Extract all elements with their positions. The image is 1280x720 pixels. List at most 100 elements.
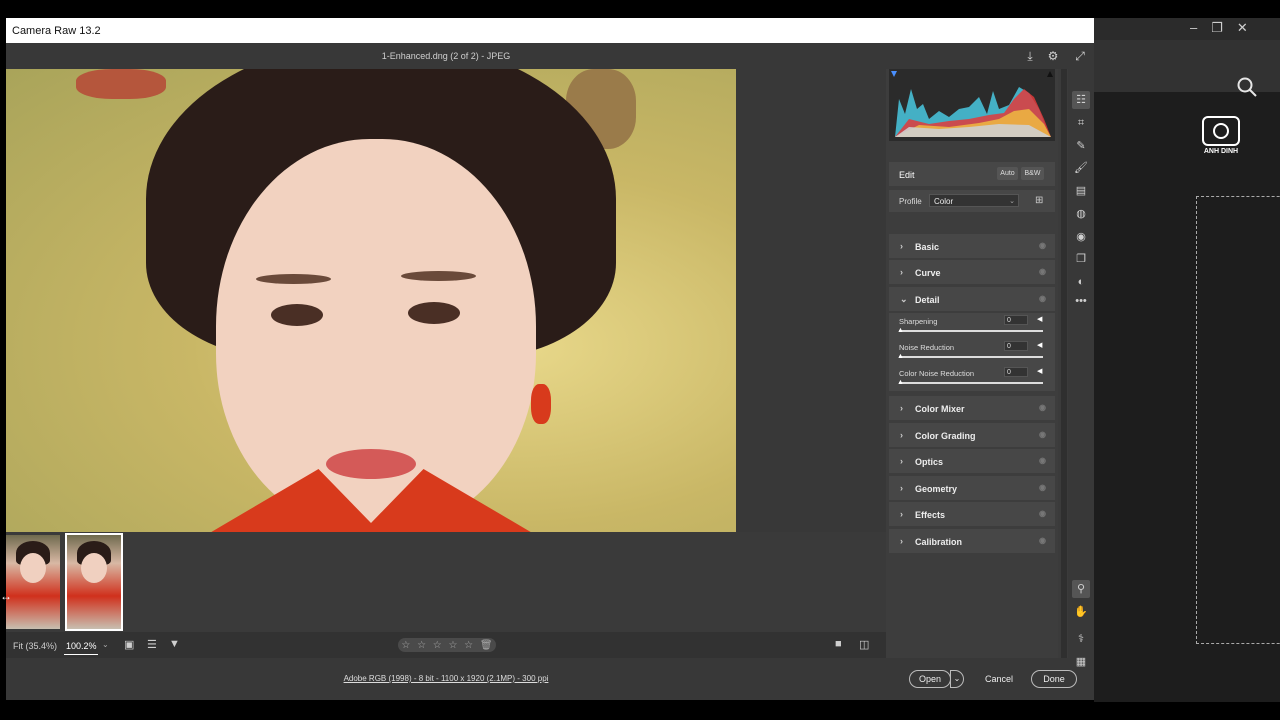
section-geometry[interactable]: › Geometry ◉ (889, 476, 1055, 500)
hand-icon[interactable]: ✋ (1072, 603, 1090, 621)
star-icon[interactable]: ☆ (448, 640, 457, 651)
star-rating[interactable]: ☆ ☆ ☆ ☆ ☆ 🗑 (398, 638, 496, 652)
eye-icon[interactable]: ◉ (1039, 403, 1046, 412)
slider-track[interactable] (899, 356, 1043, 358)
auto-button[interactable]: Auto (997, 167, 1018, 180)
open-button[interactable]: Open (909, 670, 951, 688)
star-icon[interactable]: ☆ (464, 640, 473, 651)
grid-icon[interactable]: ▦ (1072, 653, 1090, 671)
profile-select[interactable]: Color ⌄ (929, 194, 1019, 207)
section-curve[interactable]: › Curve ◉ (889, 260, 1055, 284)
minimize-icon[interactable]: – (1190, 20, 1197, 36)
chevron-right-icon: › (900, 509, 903, 519)
brush-icon[interactable]: 🖌 (1072, 159, 1090, 177)
section-label: Geometry (915, 484, 958, 494)
chevron-right-icon: › (900, 403, 903, 413)
more-icon[interactable]: ••• (1072, 292, 1090, 310)
gear-icon[interactable]: ⚙ (1046, 49, 1060, 63)
reset-triangle-icon[interactable]: ◀ (1037, 367, 1042, 375)
chevron-down-icon[interactable]: ⌄ (102, 640, 109, 649)
section-calibration[interactable]: › Calibration ◉ (889, 529, 1055, 553)
eye-icon[interactable]: ◉ (1039, 241, 1046, 250)
section-effects[interactable]: › Effects ◉ (889, 502, 1055, 526)
reset-triangle-icon[interactable]: ◀ (1037, 315, 1042, 323)
chevron-right-icon: › (900, 430, 903, 440)
fit-zoom-option[interactable]: Fit (35.4%) (13, 641, 57, 651)
panel-scrollbar[interactable] (1061, 69, 1067, 658)
slider-track[interactable] (899, 382, 1043, 384)
redeye-icon[interactable]: ◉ (1072, 228, 1090, 246)
star-icon[interactable]: ☆ (433, 640, 442, 651)
eye-icon[interactable]: ◉ (1039, 294, 1046, 303)
chevron-right-icon: › (900, 267, 903, 277)
earring (531, 384, 551, 424)
crop-icon[interactable]: ⌗ (1072, 114, 1090, 132)
done-button[interactable]: Done (1031, 670, 1077, 688)
image-canvas[interactable] (6, 69, 886, 532)
eye-icon[interactable]: ◉ (1039, 509, 1046, 518)
star-icon[interactable]: ☆ (401, 640, 410, 651)
filmstrip-thumbnail-selected[interactable] (65, 533, 123, 631)
radial-icon[interactable]: ◍ (1072, 205, 1090, 223)
dialog-titlebar: Camera Raw 13.2 (6, 18, 1094, 43)
workflow-options-link[interactable]: Adobe RGB (1998) - 8 bit - 1100 x 1920 (… (6, 674, 886, 683)
search-icon[interactable] (1236, 76, 1258, 98)
section-basic[interactable]: › Basic ◉ (889, 234, 1055, 258)
section-detail[interactable]: ⌄ Detail ◉ (889, 287, 1055, 311)
reset-triangle-icon[interactable]: ◀ (1037, 341, 1042, 349)
section-optics[interactable]: › Optics ◉ (889, 449, 1055, 473)
open-options-dropdown[interactable]: ⌄ (950, 670, 964, 688)
black-white-button[interactable]: B&W (1021, 167, 1044, 180)
preview-photo[interactable] (6, 69, 736, 532)
presets-icon[interactable]: ◐ (1072, 273, 1090, 291)
section-label: Calibration (915, 537, 963, 547)
restore-icon[interactable]: ❐ (1211, 20, 1223, 36)
star-icon[interactable]: ☆ (417, 640, 426, 651)
dialog-title: Camera Raw 13.2 (12, 25, 101, 37)
slider-handle[interactable]: ▲ (897, 327, 904, 334)
edit-icon[interactable]: ☷ (1072, 91, 1090, 109)
slider-handle[interactable]: ▲ (897, 379, 904, 386)
eye-icon[interactable]: ◉ (1039, 483, 1046, 492)
detail-controls: Sharpening 0 ◀ ▲ Noise Reduction 0 ◀ ▲ C… (889, 313, 1055, 391)
trash-icon[interactable]: 🗑 (480, 640, 493, 651)
cancel-button[interactable]: Cancel (978, 670, 1020, 688)
slider-track[interactable] (899, 330, 1043, 332)
section-label: Curve (915, 268, 941, 278)
sort-icon[interactable]: ☰ (147, 638, 157, 651)
dialog-header: 1-Enhanced.dng (2 of 2) - JPEG ⤓ ⚙ ⤢ (6, 43, 1094, 69)
color-sampler-icon[interactable]: ⚕ (1072, 630, 1090, 648)
snapshots-icon[interactable]: ❐ (1072, 250, 1090, 268)
eye-icon[interactable]: ◉ (1039, 456, 1046, 465)
eye-icon[interactable]: ◉ (1039, 536, 1046, 545)
fullscreen-icon[interactable]: ⤢ (1073, 49, 1087, 63)
section-color-grading[interactable]: › Color Grading ◉ (889, 423, 1055, 447)
hair-ornament (76, 69, 166, 99)
close-icon[interactable]: ✕ (1237, 20, 1248, 36)
filmstrip-thumbnail[interactable] (6, 535, 60, 629)
filter-icon[interactable]: ▼ (169, 638, 180, 650)
single-view-icon[interactable]: ■ (835, 638, 842, 650)
eye-icon[interactable]: ◉ (1039, 430, 1046, 439)
healing-icon[interactable]: ✎ (1072, 137, 1090, 155)
dialog-footer: Adobe RGB (1998) - 8 bit - 1100 x 1920 (… (6, 658, 1094, 700)
camera-logo: ANH DINH (1198, 116, 1244, 172)
logo-text: ANH DINH (1203, 148, 1239, 155)
section-color-mixer[interactable]: › Color Mixer ◉ (889, 396, 1055, 420)
zoom-level[interactable]: 100.2% (66, 641, 97, 651)
section-label: Optics (915, 457, 944, 467)
noise-reduction-value-input[interactable]: 0 (1004, 341, 1028, 351)
eye-icon[interactable]: ◉ (1039, 267, 1046, 276)
slider-handle[interactable]: ▲ (897, 353, 904, 360)
chevron-right-icon: › (900, 456, 903, 466)
color-noise-value-input[interactable]: 0 (1004, 367, 1028, 377)
gradient-icon[interactable]: ▤ (1072, 182, 1090, 200)
eye (408, 302, 460, 324)
profile-browser-icon[interactable]: ⊞ (1035, 195, 1046, 206)
compare-icon[interactable]: ▣ (124, 638, 134, 651)
sharpening-value-input[interactable]: 0 (1004, 315, 1028, 325)
eye (271, 304, 323, 326)
save-icon[interactable]: ⤓ (1023, 49, 1037, 63)
zoom-icon[interactable]: ⚲ (1072, 580, 1090, 598)
before-after-icon[interactable]: ◫ (859, 638, 869, 651)
